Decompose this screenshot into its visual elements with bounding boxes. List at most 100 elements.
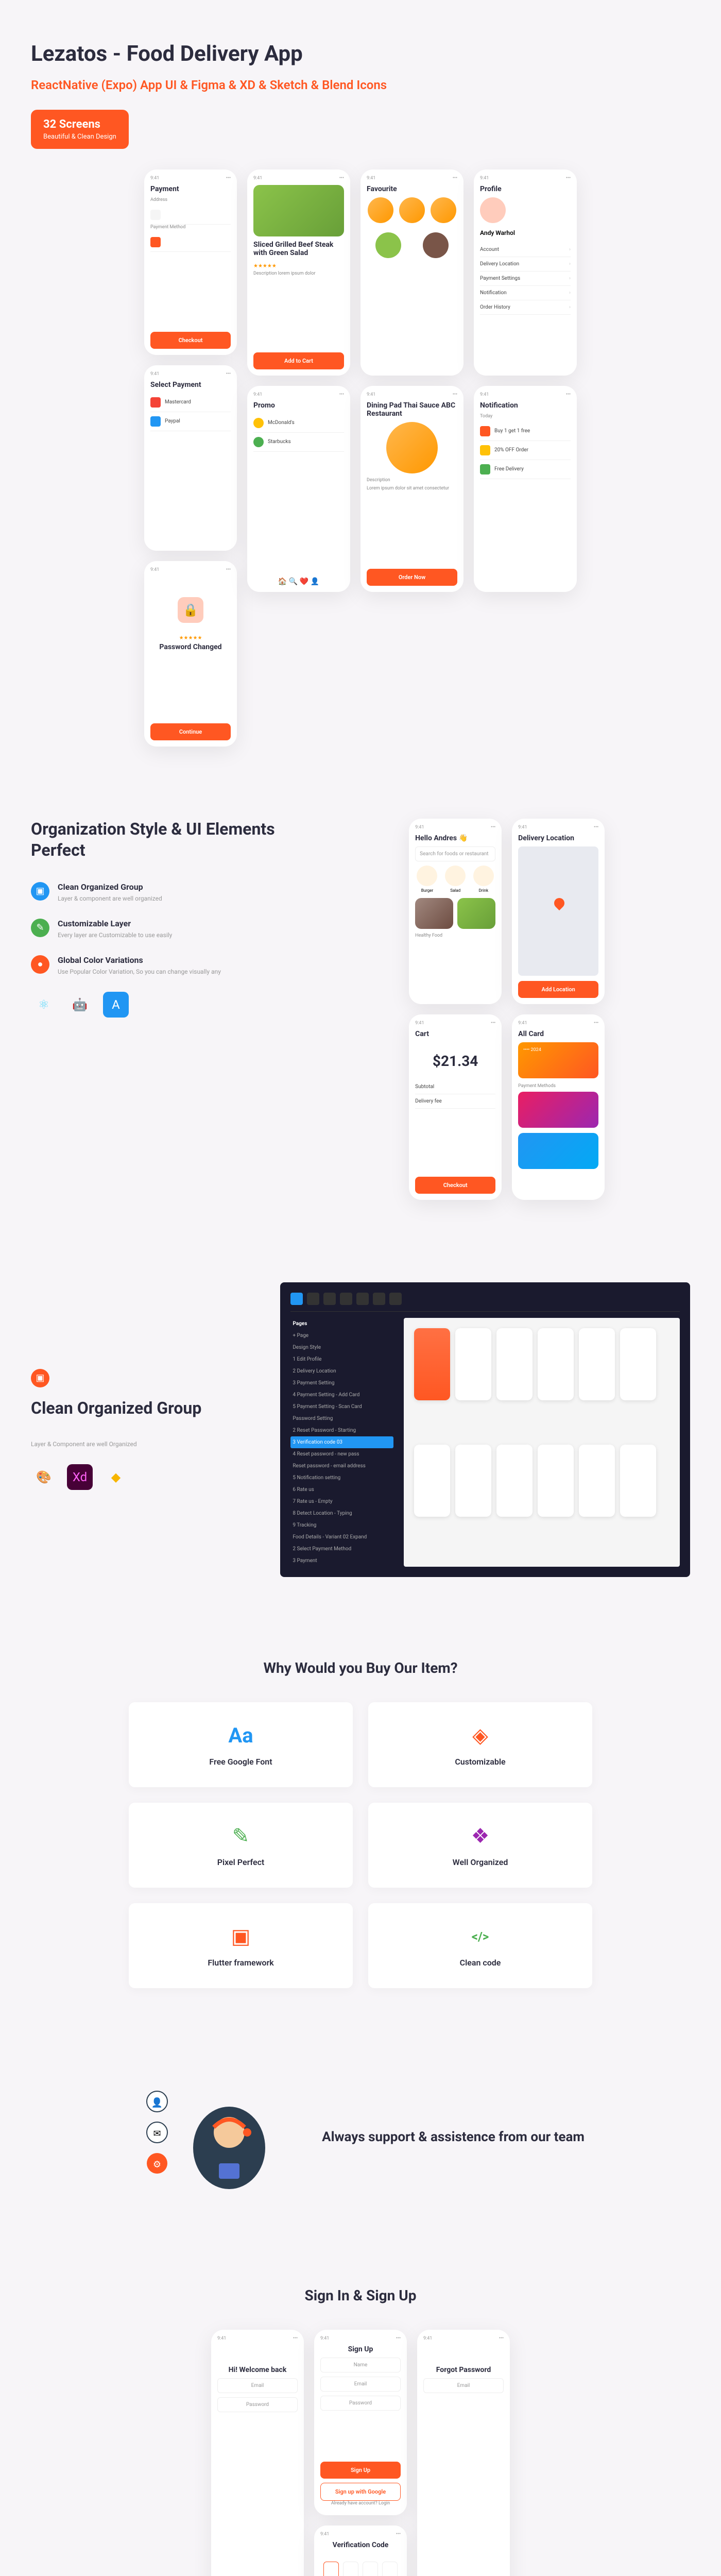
support-section: 👤 ✉ ⚙ Always support & assistence from o…: [0, 2029, 721, 2246]
phone-favourite: 9:41••• Favourite: [360, 170, 464, 376]
password-input[interactable]: Password: [217, 2397, 298, 2412]
add-cart-button[interactable]: Add to Cart: [253, 352, 344, 369]
avatar: [480, 197, 506, 223]
signup-button[interactable]: Sign Up: [320, 2462, 401, 2479]
phone-cart: 9:41••• Cart $21.34 Subtotal Delivery fe…: [409, 1014, 502, 1200]
layer-9[interactable]: Reset password - email address: [290, 1460, 393, 1472]
layer-3[interactable]: 3 Payment Setting: [290, 1377, 393, 1389]
cat-burger[interactable]: Burger: [421, 888, 433, 893]
layer-8[interactable]: 4 Reset password - new pass: [290, 1448, 393, 1460]
profile-account[interactable]: Account: [480, 247, 499, 252]
layer-2[interactable]: 2 Delivery Location: [290, 1365, 393, 1377]
verify-title: Verification Code: [320, 2541, 401, 2549]
layer-1[interactable]: 1 Edit Profile: [290, 1353, 393, 1365]
address-label: Address: [150, 197, 231, 202]
profile-history[interactable]: Order History: [480, 304, 510, 310]
phone-promo: 9:41••• Promo McDonald's Starbucks 🏠 🔍 ❤…: [247, 386, 350, 592]
checkout-button[interactable]: Checkout: [415, 1177, 495, 1194]
layers-icon: ▣: [31, 882, 49, 901]
layer-10[interactable]: 5 Notification setting: [290, 1472, 393, 1484]
profile-payment[interactable]: Payment Settings: [480, 276, 520, 281]
profile-notif[interactable]: Notification: [480, 290, 507, 296]
phone-welcome: 9:41••• Hi! Welcome back Email Password …: [211, 2330, 304, 2576]
google-signup-button[interactable]: Sign up with Google: [320, 2483, 401, 2501]
password-changed-title: Password Changed: [150, 643, 231, 651]
appstore-icon: A: [103, 992, 129, 1018]
badge-count: 32 Screens: [43, 118, 116, 131]
notif-title: Notification: [480, 401, 571, 410]
xd-icon: Xd: [67, 1464, 93, 1490]
name-input[interactable]: Name: [320, 2358, 401, 2372]
layer-add[interactable]: + Page: [290, 1330, 393, 1342]
continue-button[interactable]: Continue: [150, 723, 231, 740]
layer-active[interactable]: 3 Verification code 03: [290, 1436, 393, 1448]
design-canvas: [404, 1318, 680, 1567]
signin-section: Sign In & Sign Up 9:41••• Hi! Welcome ba…: [0, 2246, 721, 2576]
globe-icon: ●: [31, 955, 49, 974]
section4-title: Why Would you Buy Our Item?: [31, 1659, 690, 1676]
card-font-title: Free Google Font: [144, 1757, 337, 1767]
phone-select-payment: 9:41••• Select Payment Mastercard Paypal: [144, 365, 237, 551]
map[interactable]: [518, 846, 598, 976]
support-illustration: 👤 ✉ ⚙: [136, 2081, 291, 2194]
layer-16[interactable]: 2 Select Payment Method: [290, 1543, 393, 1555]
layer-15[interactable]: Food Details - Variant 02 Expand: [290, 1531, 393, 1543]
layer-4[interactable]: 4 Payment Setting - Add Card: [290, 1389, 393, 1401]
card-orange[interactable]: •••• 2024: [518, 1042, 598, 1078]
food-title: Sliced Grilled Beef Steak with Green Sal…: [253, 241, 344, 257]
layer-13[interactable]: 8 Detect Location - Typing: [290, 1507, 393, 1519]
layer-12[interactable]: 7 Rate us - Empty: [290, 1496, 393, 1507]
phone-home: 9:41••• Hello Andres 👋 Search for foods …: [409, 819, 502, 1004]
signup-title: Sign Up: [320, 2345, 401, 2353]
feature3-desc: Use Popular Color Variation, So you can …: [58, 967, 221, 976]
password-input[interactable]: Password: [320, 2396, 401, 2411]
card-pixel: ✎ Pixel Perfect: [129, 1803, 353, 1888]
cart-price: $21.34: [415, 1053, 495, 1070]
add-location-button[interactable]: Add Location: [518, 981, 598, 998]
welcome-title: Hi! Welcome back: [217, 2366, 298, 2374]
font-icon: Aa: [144, 1723, 337, 1749]
layer-11[interactable]: 6 Rate us: [290, 1484, 393, 1496]
layer-17[interactable]: 3 Payment: [290, 1555, 393, 1567]
profile-name: Andy Warhol: [480, 229, 571, 236]
login-link[interactable]: Already have account? Login: [320, 2501, 401, 2506]
email-input[interactable]: Email: [423, 2378, 504, 2393]
phone-password-changed: 9:41••• 🔒 ★★★★★ Password Changed Continu…: [144, 561, 237, 747]
card-code-title: Clean code: [384, 1958, 577, 1968]
layer-design[interactable]: Design Style: [290, 1342, 393, 1353]
layer-7[interactable]: 2 Reset Password - Starting: [290, 1425, 393, 1436]
cat-drink[interactable]: Drink: [479, 888, 488, 893]
phone-location: 9:41••• Delivery Location Add Location: [512, 819, 605, 1004]
payment-methods-label: Payment Methods: [518, 1083, 598, 1089]
notif-1: Buy 1 get 1 free: [494, 428, 530, 434]
card-cleancode: </> Clean code: [368, 1903, 592, 1988]
map-pin-icon: [552, 896, 566, 910]
layer-5[interactable]: 5 Payment Setting - Scan Card: [290, 1401, 393, 1413]
method-label: Payment Method: [150, 225, 231, 230]
design-toolbar: [290, 1293, 680, 1312]
feature-customizable: ✎ Customizable Layer Every layer are Cus…: [31, 919, 293, 940]
card-blue[interactable]: [518, 1133, 598, 1169]
search-input[interactable]: Search for foods or restaurant: [415, 846, 495, 861]
email-input[interactable]: Email: [217, 2378, 298, 2393]
phone-signup: 9:41••• Sign Up Name Email Password Sign…: [314, 2330, 407, 2515]
layer-6[interactable]: Password Setting: [290, 1413, 393, 1425]
card-purple[interactable]: [518, 1092, 598, 1128]
food-image: [253, 185, 344, 236]
cat-salad[interactable]: Salad: [450, 888, 460, 893]
layers-panel: Pages + Page Design Style 1 Edit Profile…: [290, 1318, 393, 1567]
feature-colors: ● Global Color Variations Use Popular Co…: [31, 955, 293, 976]
layer-14[interactable]: 9 Tracking: [290, 1519, 393, 1531]
feature3-title: Global Color Variations: [58, 955, 221, 965]
email-input[interactable]: Email: [320, 2377, 401, 2392]
notif-2: 20% OFF Order: [494, 447, 528, 453]
location-title: Delivery Location: [518, 834, 598, 842]
order-button[interactable]: Order Now: [367, 569, 457, 586]
hero-section: Lezatos - Food Delivery App ReactNative …: [0, 0, 721, 777]
profile-location[interactable]: Delivery Location: [480, 261, 519, 267]
card-pixel-title: Pixel Perfect: [144, 1857, 337, 1867]
checkout-button[interactable]: Checkout: [150, 332, 231, 349]
edit-icon: ✎: [31, 919, 49, 937]
flutter-icon: ▣: [144, 1924, 337, 1950]
organized-icon: ❖: [384, 1823, 577, 1849]
